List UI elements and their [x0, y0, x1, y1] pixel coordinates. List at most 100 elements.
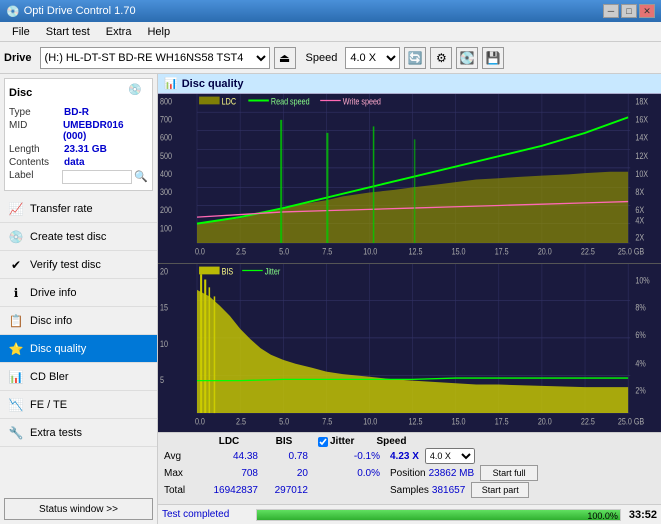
- position-value: 23862 MB: [429, 468, 475, 479]
- top-chart: 800 700 600 500 400 300 200 100 18X 16X …: [158, 94, 661, 264]
- speed-section-header: Speed: [376, 436, 406, 447]
- close-button[interactable]: ✕: [639, 4, 655, 18]
- stats-table: LDC BIS Jitter Speed Avg 44.38 0.78: [164, 436, 655, 498]
- start-part-button[interactable]: Start part: [471, 482, 529, 498]
- verify-test-icon: ✔: [8, 257, 24, 273]
- speed-label: Speed: [306, 52, 338, 64]
- drive-info-icon: ℹ: [8, 285, 24, 301]
- nav-items: 📈 Transfer rate 💿 Create test disc ✔ Ver…: [0, 195, 157, 494]
- save-button[interactable]: 💾: [482, 47, 504, 69]
- svg-text:15: 15: [160, 302, 168, 312]
- bottom-chart: 20 15 10 5 10% 8% 6% 4% 2% 0.0 2.5 5.0 7…: [158, 264, 661, 433]
- svg-text:17.5: 17.5: [495, 416, 509, 426]
- type-value: BD-R: [64, 107, 89, 118]
- ldc-avg: 44.38: [200, 451, 258, 462]
- sidebar-item-drive-info[interactable]: ℹ Drive info: [0, 279, 157, 307]
- disc-contents-row: Contents data: [9, 157, 148, 168]
- sidebar-item-create-test-disc[interactable]: 💿 Create test disc: [0, 223, 157, 251]
- svg-text:500: 500: [160, 151, 172, 161]
- toolbar: Drive (H:) HL-DT-ST BD-RE WH16NS58 TST4 …: [0, 42, 661, 74]
- svg-text:6%: 6%: [635, 330, 645, 340]
- svg-text:12.5: 12.5: [408, 416, 422, 426]
- svg-text:600: 600: [160, 133, 172, 143]
- transfer-rate-label: Transfer rate: [30, 203, 93, 215]
- svg-text:22.5: 22.5: [581, 416, 595, 426]
- disc-quality-icon: ⭐: [8, 341, 24, 357]
- mid-label: MID: [9, 120, 63, 142]
- svg-text:2.5: 2.5: [236, 416, 246, 426]
- drive-select[interactable]: (H:) HL-DT-ST BD-RE WH16NS58 TST4: [40, 47, 270, 69]
- svg-text:18X: 18X: [635, 97, 648, 107]
- menu-file[interactable]: File: [4, 24, 38, 40]
- svg-text:100: 100: [160, 224, 172, 234]
- speed-result-select[interactable]: 4.0 X: [425, 448, 475, 464]
- media-button[interactable]: 💽: [456, 47, 478, 69]
- samples-value: 381657: [432, 485, 465, 496]
- speed-select[interactable]: 4.0 X: [345, 47, 400, 69]
- svg-text:5.0: 5.0: [279, 247, 289, 257]
- svg-text:Write speed: Write speed: [343, 97, 382, 107]
- sidebar: Disc 💿 Type BD-R MID UMEBDR016 (000) Len…: [0, 74, 158, 524]
- minimize-button[interactable]: ─: [603, 4, 619, 18]
- speed-val: 4.23 X: [390, 451, 419, 462]
- label-icon[interactable]: 🔍: [134, 170, 148, 184]
- stats-bar: LDC BIS Jitter Speed Avg 44.38 0.78: [158, 432, 661, 504]
- sidebar-item-disc-info[interactable]: 📋 Disc info: [0, 307, 157, 335]
- svg-text:20.0: 20.0: [538, 247, 552, 257]
- maximize-button[interactable]: □: [621, 4, 637, 18]
- svg-text:7.5: 7.5: [322, 247, 332, 257]
- svg-text:300: 300: [160, 187, 172, 197]
- bis-header: BIS: [260, 436, 308, 447]
- sidebar-item-disc-quality[interactable]: ⭐ Disc quality: [0, 335, 157, 363]
- svg-text:15.0: 15.0: [452, 416, 466, 426]
- svg-text:LDC: LDC: [222, 97, 236, 107]
- menu-start-test[interactable]: Start test: [38, 24, 98, 40]
- status-window-button[interactable]: Status window >>: [4, 498, 153, 520]
- svg-text:8%: 8%: [635, 302, 645, 312]
- svg-text:700: 700: [160, 115, 172, 125]
- jitter-checkbox[interactable]: [318, 437, 328, 447]
- svg-text:25.0 GB: 25.0 GB: [618, 416, 645, 426]
- top-chart-svg: 800 700 600 500 400 300 200 100 18X 16X …: [158, 94, 661, 263]
- bis-avg: 0.78: [260, 451, 308, 462]
- sidebar-item-cd-bler[interactable]: 📊 CD Bler: [0, 363, 157, 391]
- disc-icon: 💿: [128, 83, 148, 103]
- position-label: Position: [390, 468, 426, 479]
- svg-text:2%: 2%: [635, 385, 645, 395]
- label-input[interactable]: [62, 170, 132, 184]
- cd-bler-icon: 📊: [8, 369, 24, 385]
- settings-button[interactable]: ⚙: [430, 47, 452, 69]
- sidebar-item-transfer-rate[interactable]: 📈 Transfer rate: [0, 195, 157, 223]
- sidebar-item-verify-test-disc[interactable]: ✔ Verify test disc: [0, 251, 157, 279]
- avg-label: Avg: [164, 451, 198, 462]
- disc-info-label: Disc info: [30, 315, 72, 327]
- menu-extra[interactable]: Extra: [98, 24, 140, 40]
- svg-text:5.0: 5.0: [279, 416, 289, 426]
- menu-help[interactable]: Help: [139, 24, 178, 40]
- disc-label-row: Label 🔍: [9, 170, 148, 184]
- total-row: Total 16942837 297012 Samples 381657 Sta…: [164, 482, 655, 498]
- progress-bar-fill: [257, 510, 620, 520]
- eject-button[interactable]: ⏏: [274, 47, 296, 69]
- svg-text:7.5: 7.5: [322, 416, 332, 426]
- disc-title: Disc: [9, 87, 32, 99]
- max-label: Max: [164, 468, 198, 479]
- sidebar-item-fe-te[interactable]: 📉 FE / TE: [0, 391, 157, 419]
- sidebar-item-extra-tests[interactable]: 🔧 Extra tests: [0, 419, 157, 447]
- disc-panel: Disc 💿 Type BD-R MID UMEBDR016 (000) Len…: [4, 78, 153, 191]
- menubar: File Start test Extra Help: [0, 22, 661, 42]
- svg-text:6X: 6X: [635, 205, 644, 215]
- svg-text:800: 800: [160, 97, 172, 107]
- contents-label: Contents: [9, 157, 64, 168]
- start-full-button[interactable]: Start full: [480, 465, 538, 481]
- svg-text:200: 200: [160, 205, 172, 215]
- ldc-max: 708: [200, 468, 258, 479]
- mid-value: UMEBDR016 (000): [63, 120, 148, 142]
- progress-bar-container: 100.0%: [256, 509, 621, 521]
- length-value: 23.31 GB: [64, 144, 107, 155]
- refresh-button[interactable]: 🔄: [404, 47, 426, 69]
- bottom-chart-svg: 20 15 10 5 10% 8% 6% 4% 2% 0.0 2.5 5.0 7…: [158, 264, 661, 433]
- stats-header: LDC BIS Jitter Speed: [200, 436, 655, 447]
- max-row: Max 708 20 0.0% Position 23862 MB Start …: [164, 465, 655, 481]
- cd-bler-label: CD Bler: [30, 371, 69, 383]
